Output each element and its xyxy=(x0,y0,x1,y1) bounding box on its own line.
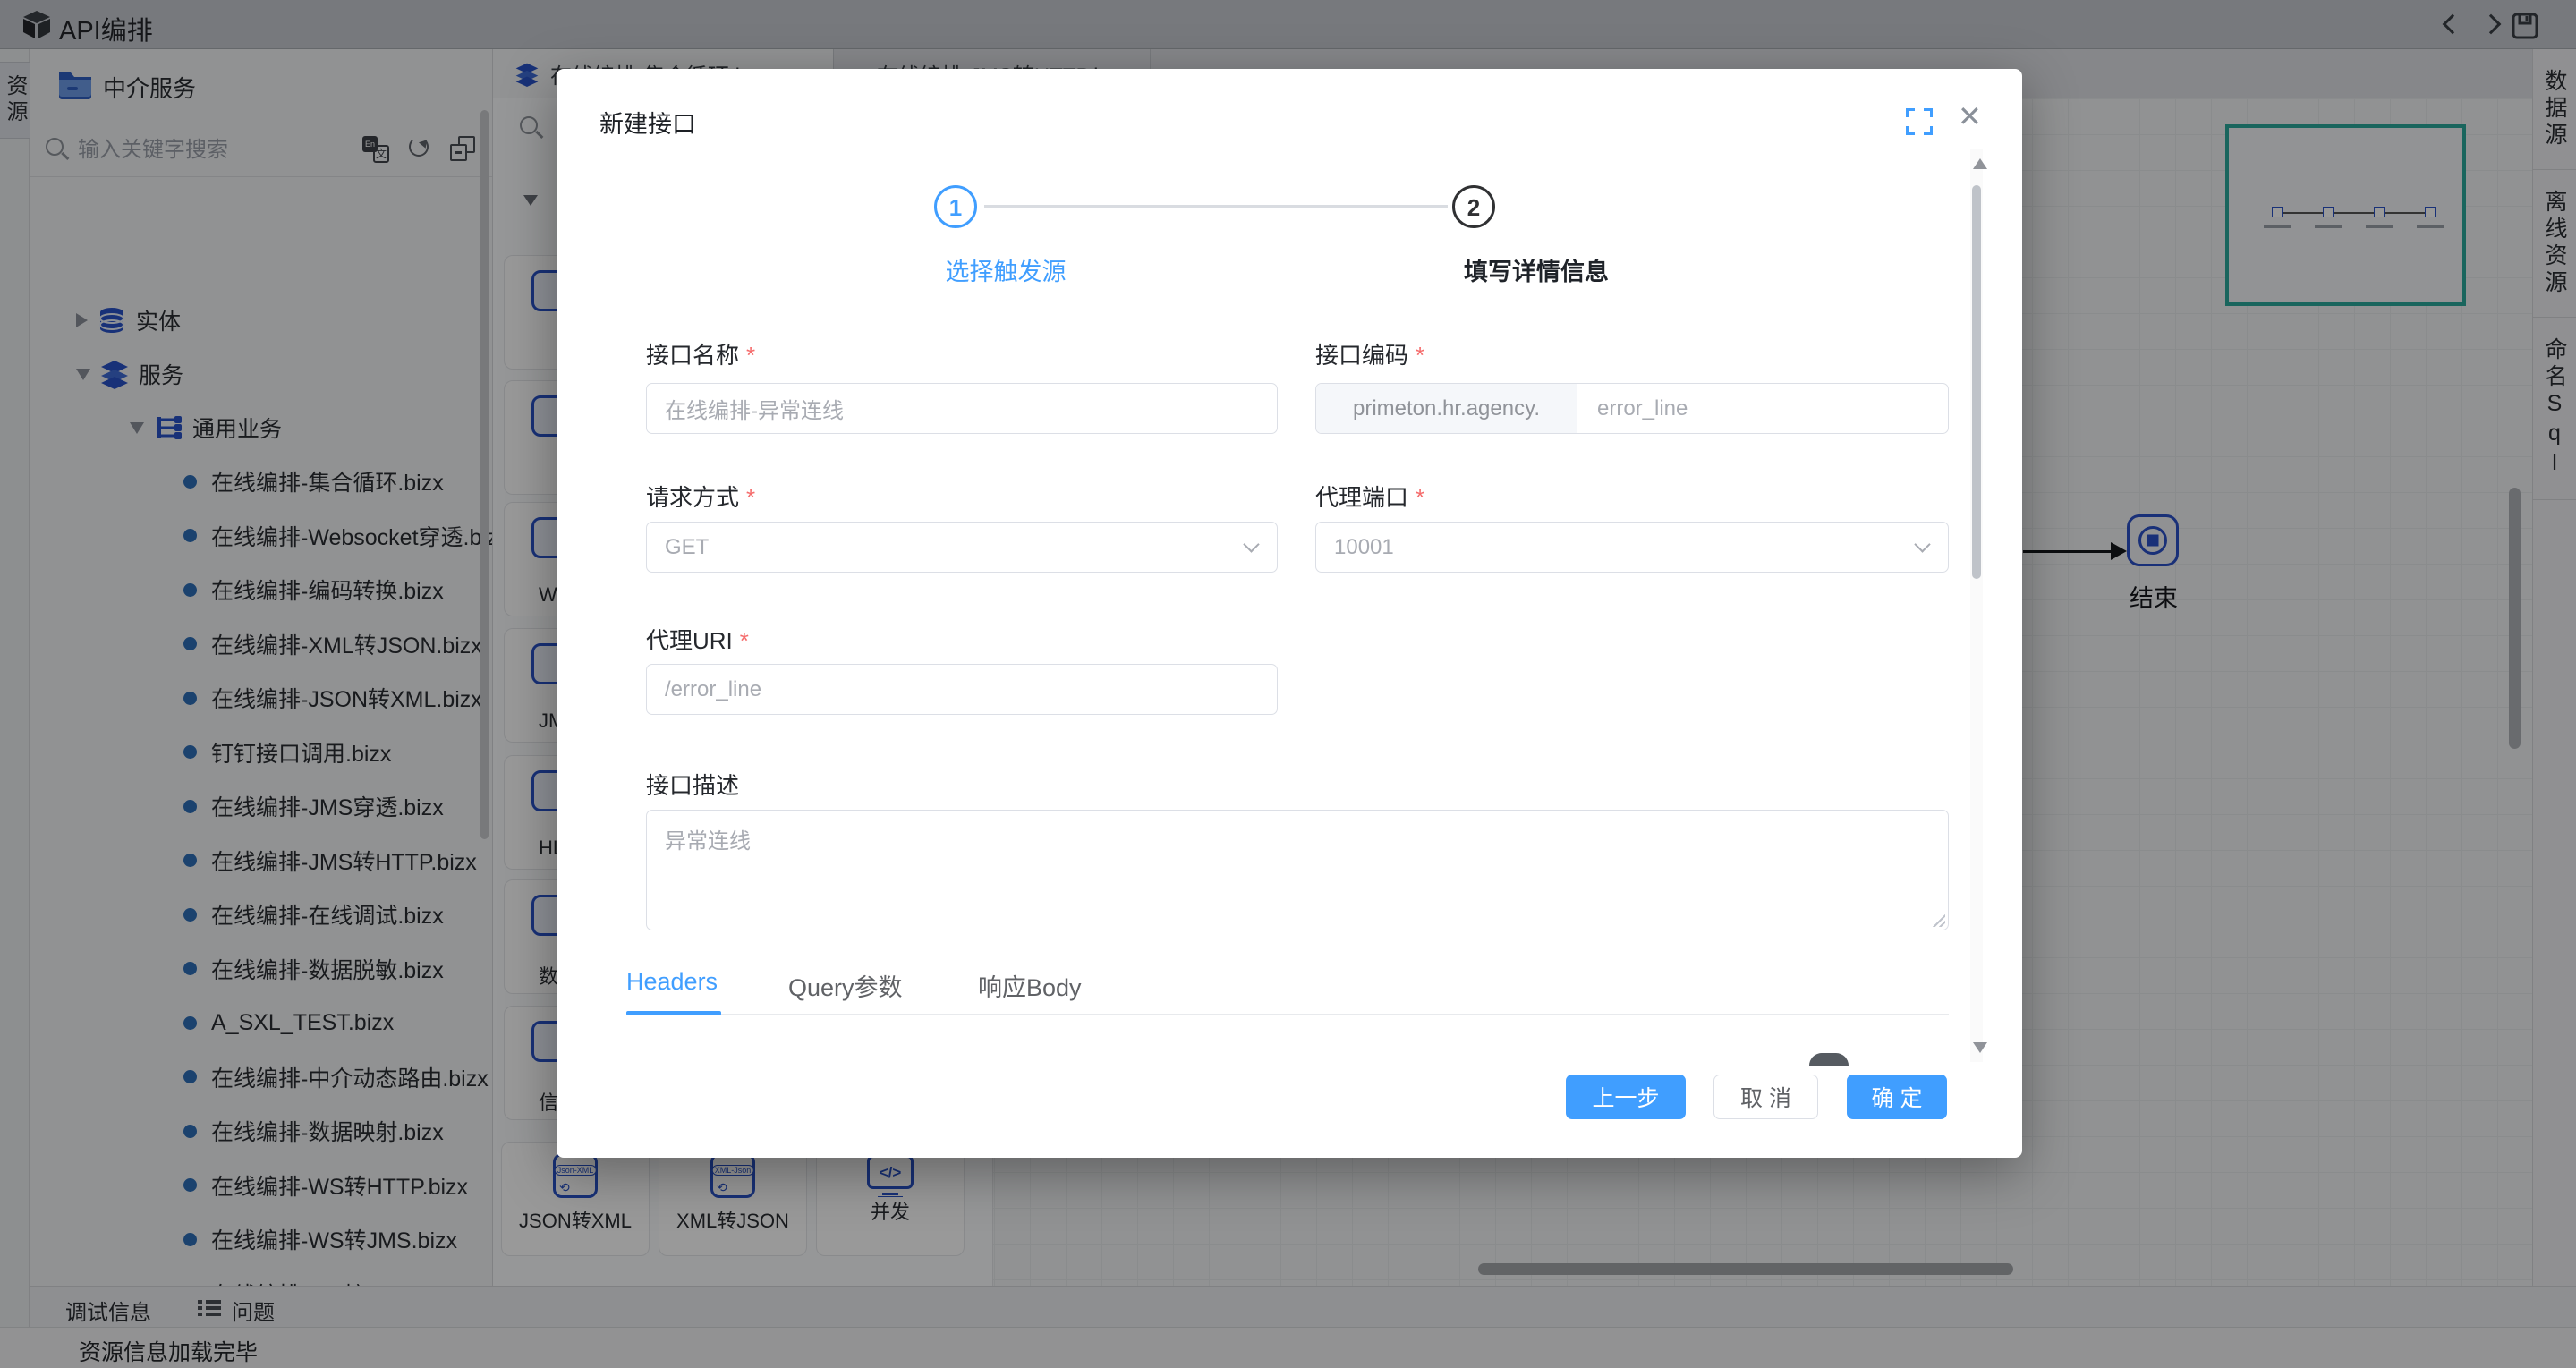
field-label-uri: 代理URI* xyxy=(646,623,749,656)
desc-textarea[interactable]: 异常连线 xyxy=(646,810,1949,930)
step-1-label: 选择触发源 xyxy=(897,252,1115,287)
port-select[interactable]: 10001 xyxy=(1315,522,1949,573)
cancel-button[interactable]: 取 消 xyxy=(1713,1075,1818,1119)
field-label-port: 代理端口* xyxy=(1315,480,1424,513)
confirm-button[interactable]: 确 定 xyxy=(1847,1075,1947,1119)
new-interface-dialog: 新建接口 ✕ 1 2 选择触发源 填写详情信息 接口名称* 在线编排-异常连线 … xyxy=(557,69,2022,1158)
resize-handle-icon[interactable] xyxy=(1932,913,1945,927)
uri-input[interactable]: /error_line xyxy=(646,664,1278,715)
close-icon[interactable]: ✕ xyxy=(1958,99,1982,133)
scroll-up-icon[interactable] xyxy=(1973,158,1987,169)
tab-response-body[interactable]: 响应Body xyxy=(978,968,1082,1003)
dialog-title: 新建接口 xyxy=(599,105,696,140)
chevron-down-icon xyxy=(1914,536,1930,552)
required-mark: * xyxy=(1416,484,1424,511)
required-mark: * xyxy=(740,627,749,654)
code-input-group: primeton.hr.agency. error_line xyxy=(1315,383,1949,434)
prev-step-button[interactable]: 上一步 xyxy=(1566,1075,1686,1119)
tab-query-params[interactable]: Query参数 xyxy=(788,968,903,1003)
required-mark: * xyxy=(1416,342,1424,369)
app-window: API编排 资源 中介服务 文En xyxy=(0,0,2576,1368)
active-tab-indicator xyxy=(626,1011,721,1015)
field-label-name: 接口名称* xyxy=(646,337,755,370)
code-prefix-addon: primeton.hr.agency. xyxy=(1316,384,1577,433)
chevron-down-icon xyxy=(1243,536,1259,552)
dialog-scrollbar-thumb[interactable] xyxy=(1972,185,1981,579)
field-label-desc: 接口描述 xyxy=(646,768,739,801)
fullscreen-icon[interactable] xyxy=(1906,108,1933,135)
scroll-down-icon[interactable] xyxy=(1973,1042,1987,1053)
step-2-label: 填写详情信息 xyxy=(1407,252,1666,287)
name-input[interactable]: 在线编排-异常连线 xyxy=(646,383,1278,434)
step-1-circle: 1 xyxy=(934,185,977,228)
tab-headers[interactable]: Headers xyxy=(626,968,718,996)
clipped-content-arc xyxy=(1809,1053,1849,1066)
required-mark: * xyxy=(746,484,755,511)
tab-track xyxy=(626,1014,1949,1015)
field-label-code: 接口编码* xyxy=(1315,337,1424,370)
field-label-method: 请求方式* xyxy=(646,480,755,513)
method-select[interactable]: GET xyxy=(646,522,1278,573)
step-2-circle: 2 xyxy=(1452,185,1495,228)
step-connector xyxy=(984,205,1448,208)
code-input[interactable]: error_line xyxy=(1577,384,1948,433)
required-mark: * xyxy=(746,342,755,369)
